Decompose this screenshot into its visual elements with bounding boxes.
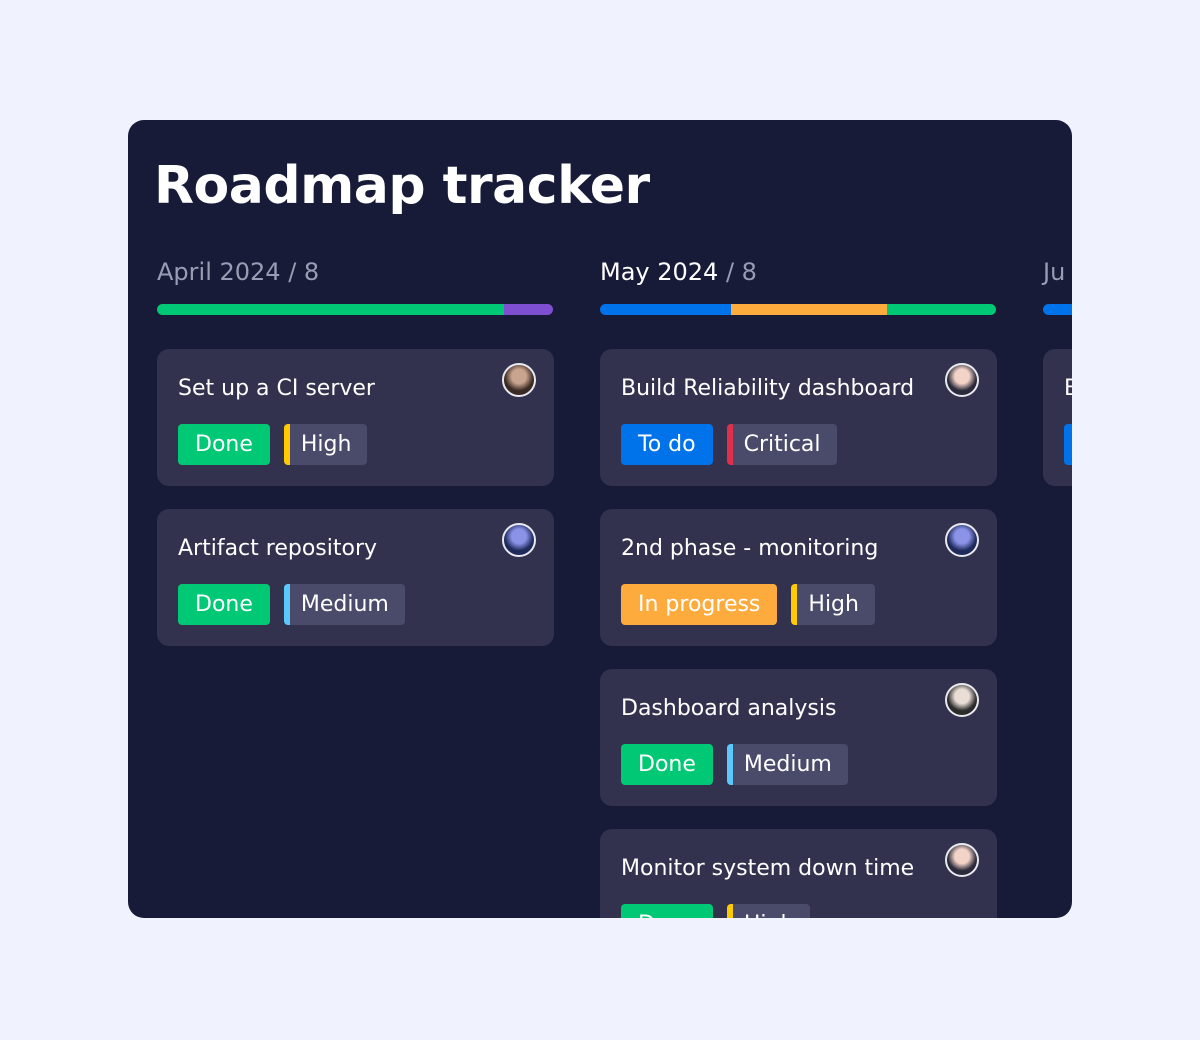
task-card[interactable]: B — [1043, 349, 1072, 486]
priority-badge[interactable]: High — [726, 904, 811, 918]
status-badge[interactable]: In progress — [621, 584, 778, 625]
task-title: Dashboard analysis — [621, 696, 837, 721]
task-title: 2nd phase - monitoring — [621, 536, 879, 561]
status-badge[interactable] — [1064, 424, 1072, 465]
assignee-avatar[interactable] — [945, 523, 979, 557]
month-label: Ju — [1043, 258, 1066, 286]
progress-segment — [1043, 304, 1072, 315]
month-label: April 2024 — [157, 258, 281, 286]
assignee-avatar[interactable] — [945, 363, 979, 397]
priority-label: Medium — [300, 592, 389, 617]
task-card[interactable]: Dashboard analysis Done Medium — [600, 669, 997, 806]
priority-label: High — [808, 592, 859, 617]
priority-badge[interactable]: Critical — [726, 424, 837, 465]
task-card[interactable]: Build Reliability dashboard To do Critic… — [600, 349, 997, 486]
column-header[interactable]: May 2024 / 8 — [600, 258, 757, 286]
priority-label: High — [744, 912, 795, 918]
roadmap-board: Roadmap tracker April 2024 / 8 Set up a … — [128, 120, 1072, 918]
priority-badge[interactable]: High — [283, 424, 368, 465]
item-count: / 8 — [288, 258, 320, 286]
progress-segment — [600, 304, 731, 315]
status-progress-bar — [600, 304, 996, 315]
assignee-avatar[interactable] — [502, 523, 536, 557]
task-title: Monitor system down time — [621, 856, 915, 881]
task-title: Artifact repository — [178, 536, 378, 561]
status-badge[interactable]: Done — [178, 584, 270, 625]
priority-label: High — [300, 432, 352, 457]
progress-segment — [887, 304, 996, 315]
status-progress-bar — [157, 304, 553, 315]
priority-badge[interactable]: Medium — [283, 584, 405, 625]
priority-label: Critical — [743, 432, 821, 457]
month-column: Ju B — [1043, 120, 1072, 918]
task-card[interactable]: Monitor system down time Done High — [600, 829, 997, 918]
month-column: April 2024 / 8 Set up a CI server Done H… — [157, 120, 554, 918]
month-label: May 2024 — [600, 258, 719, 286]
item-count: / 8 — [725, 258, 757, 286]
status-badge[interactable]: To do — [621, 424, 713, 465]
progress-segment — [730, 304, 888, 315]
task-card[interactable]: Artifact repository Done Medium — [157, 509, 554, 646]
task-title: Build Reliability dashboard — [621, 376, 915, 401]
status-badge[interactable]: Done — [178, 424, 270, 465]
month-column: May 2024 / 8 Build Reliability dashboard… — [600, 120, 997, 918]
column-header[interactable]: April 2024 / 8 — [157, 258, 319, 286]
priority-badge[interactable]: Medium — [726, 744, 848, 785]
progress-segment — [503, 304, 553, 315]
status-badge[interactable]: Done — [621, 744, 713, 785]
status-badge[interactable]: Done — [621, 904, 713, 918]
task-title: Set up a CI server — [178, 376, 375, 401]
assignee-avatar[interactable] — [502, 363, 536, 397]
status-progress-bar — [1043, 304, 1072, 315]
column-header[interactable]: Ju — [1043, 258, 1065, 286]
assignee-avatar[interactable] — [945, 683, 979, 717]
task-card[interactable]: Set up a CI server Done High — [157, 349, 554, 486]
task-title: B — [1064, 376, 1072, 401]
priority-label: Medium — [743, 752, 832, 777]
task-card[interactable]: 2nd phase - monitoring In progress High — [600, 509, 997, 646]
priority-badge[interactable]: High — [791, 584, 875, 625]
assignee-avatar[interactable] — [945, 843, 979, 877]
progress-segment — [157, 304, 504, 315]
